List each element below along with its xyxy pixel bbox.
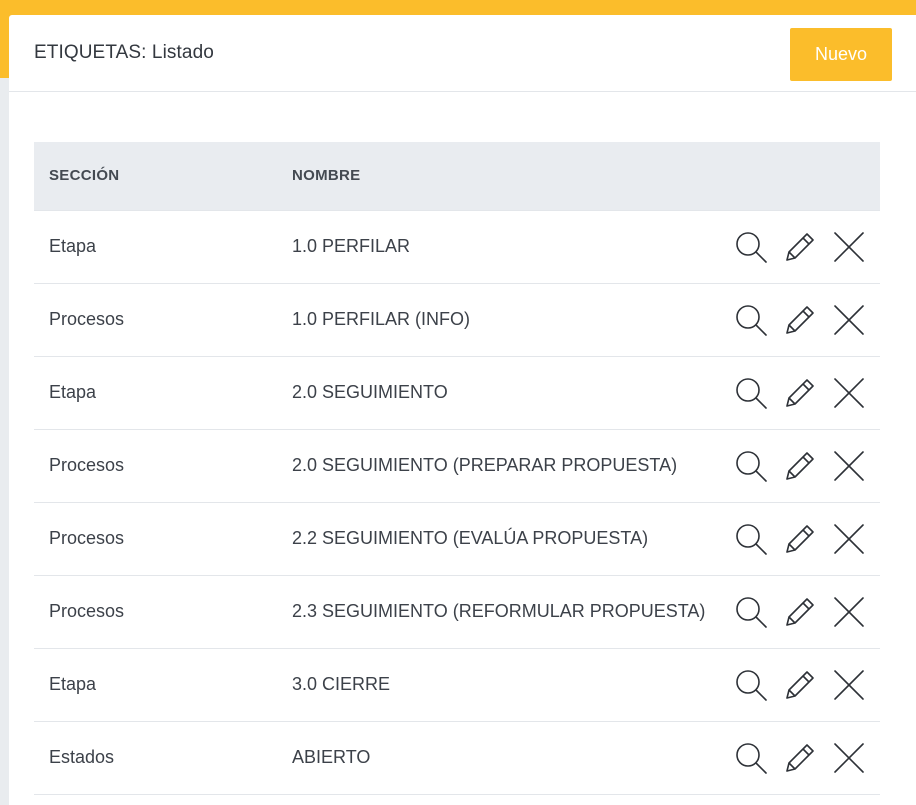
row-actions xyxy=(722,741,880,775)
cell-actions xyxy=(722,648,880,721)
column-header-actions xyxy=(722,142,880,210)
search-icon[interactable] xyxy=(734,668,768,702)
row-actions xyxy=(722,303,880,337)
cell-nombre: ABIERTO xyxy=(292,747,371,767)
labels-table: SECCIÓN NOMBRE Etapa 1.0 PERFILAR Proces… xyxy=(34,142,880,795)
table-row: Procesos 2.3 SEGUIMIENTO (REFORMULAR PRO… xyxy=(34,575,880,648)
cell-actions xyxy=(722,210,880,283)
table-row: Etapa 3.0 CIERRE xyxy=(34,648,880,721)
cell-seccion: Etapa xyxy=(49,674,97,694)
column-header-seccion[interactable]: SECCIÓN xyxy=(34,142,292,210)
cell-actions xyxy=(722,502,880,575)
table-row: Etapa 2.0 SEGUIMIENTO xyxy=(34,356,880,429)
cell-nombre: 2.3 SEGUIMIENTO (REFORMULAR PROPUESTA) xyxy=(292,601,706,621)
pencil-icon[interactable] xyxy=(783,668,817,702)
pencil-icon[interactable] xyxy=(783,595,817,629)
pencil-icon[interactable] xyxy=(783,303,817,337)
search-icon[interactable] xyxy=(734,230,768,264)
cell-seccion: Procesos xyxy=(49,455,125,475)
row-actions xyxy=(722,668,880,702)
table-header-row: SECCIÓN NOMBRE xyxy=(34,142,880,210)
cell-nombre: 2.0 SEGUIMIENTO (PREPARAR PROPUESTA) xyxy=(292,455,678,475)
cell-nombre: 1.0 PERFILAR (INFO) xyxy=(292,309,471,329)
pencil-icon[interactable] xyxy=(783,741,817,775)
search-icon[interactable] xyxy=(734,595,768,629)
close-icon[interactable] xyxy=(832,230,866,264)
close-icon[interactable] xyxy=(832,595,866,629)
card-header: ETIQUETAS: Listado Nuevo xyxy=(9,15,916,92)
cell-actions xyxy=(722,283,880,356)
row-actions xyxy=(722,449,880,483)
table-row: Estados ABIERTO xyxy=(34,721,880,794)
cell-nombre: 2.0 SEGUIMIENTO xyxy=(292,382,448,402)
pencil-icon[interactable] xyxy=(783,230,817,264)
row-actions xyxy=(722,595,880,629)
cell-nombre: 3.0 CIERRE xyxy=(292,674,391,694)
row-actions xyxy=(722,376,880,410)
cell-actions xyxy=(722,721,880,794)
table-header: SECCIÓN NOMBRE xyxy=(34,142,880,210)
close-icon[interactable] xyxy=(832,522,866,556)
new-button[interactable]: Nuevo xyxy=(790,28,892,81)
cell-seccion: Procesos xyxy=(49,309,125,329)
cell-seccion: Procesos xyxy=(49,528,125,548)
table-body: Etapa 1.0 PERFILAR Procesos 1.0 PERFILAR… xyxy=(34,210,880,794)
table-row: Etapa 1.0 PERFILAR xyxy=(34,210,880,283)
cell-seccion: Etapa xyxy=(49,382,97,402)
cell-actions xyxy=(722,575,880,648)
pencil-icon[interactable] xyxy=(783,376,817,410)
table-row: Procesos 1.0 PERFILAR (INFO) xyxy=(34,283,880,356)
cell-actions xyxy=(722,429,880,502)
search-icon[interactable] xyxy=(734,376,768,410)
table-row: Procesos 2.0 SEGUIMIENTO (PREPARAR PROPU… xyxy=(34,429,880,502)
close-icon[interactable] xyxy=(832,376,866,410)
search-icon[interactable] xyxy=(734,741,768,775)
pencil-icon[interactable] xyxy=(783,522,817,556)
search-icon[interactable] xyxy=(734,303,768,337)
cell-seccion: Estados xyxy=(49,747,115,767)
cell-actions xyxy=(722,356,880,429)
table-row: Procesos 2.2 SEGUIMIENTO (EVALÚA PROPUES… xyxy=(34,502,880,575)
close-icon[interactable] xyxy=(832,449,866,483)
page-title: ETIQUETAS: Listado xyxy=(34,42,214,63)
row-actions xyxy=(722,522,880,556)
close-icon[interactable] xyxy=(832,668,866,702)
search-icon[interactable] xyxy=(734,522,768,556)
list-card: ETIQUETAS: Listado Nuevo SECCIÓN NOMBRE … xyxy=(9,15,916,805)
cell-seccion: Etapa xyxy=(49,236,97,256)
cell-seccion: Procesos xyxy=(49,601,125,621)
cell-nombre: 1.0 PERFILAR xyxy=(292,236,411,256)
pencil-icon[interactable] xyxy=(783,449,817,483)
cell-nombre: 2.2 SEGUIMIENTO (EVALÚA PROPUESTA) xyxy=(292,528,649,548)
search-icon[interactable] xyxy=(734,449,768,483)
row-actions xyxy=(722,230,880,264)
column-header-nombre[interactable]: NOMBRE xyxy=(292,142,722,210)
close-icon[interactable] xyxy=(832,741,866,775)
close-icon[interactable] xyxy=(832,303,866,337)
